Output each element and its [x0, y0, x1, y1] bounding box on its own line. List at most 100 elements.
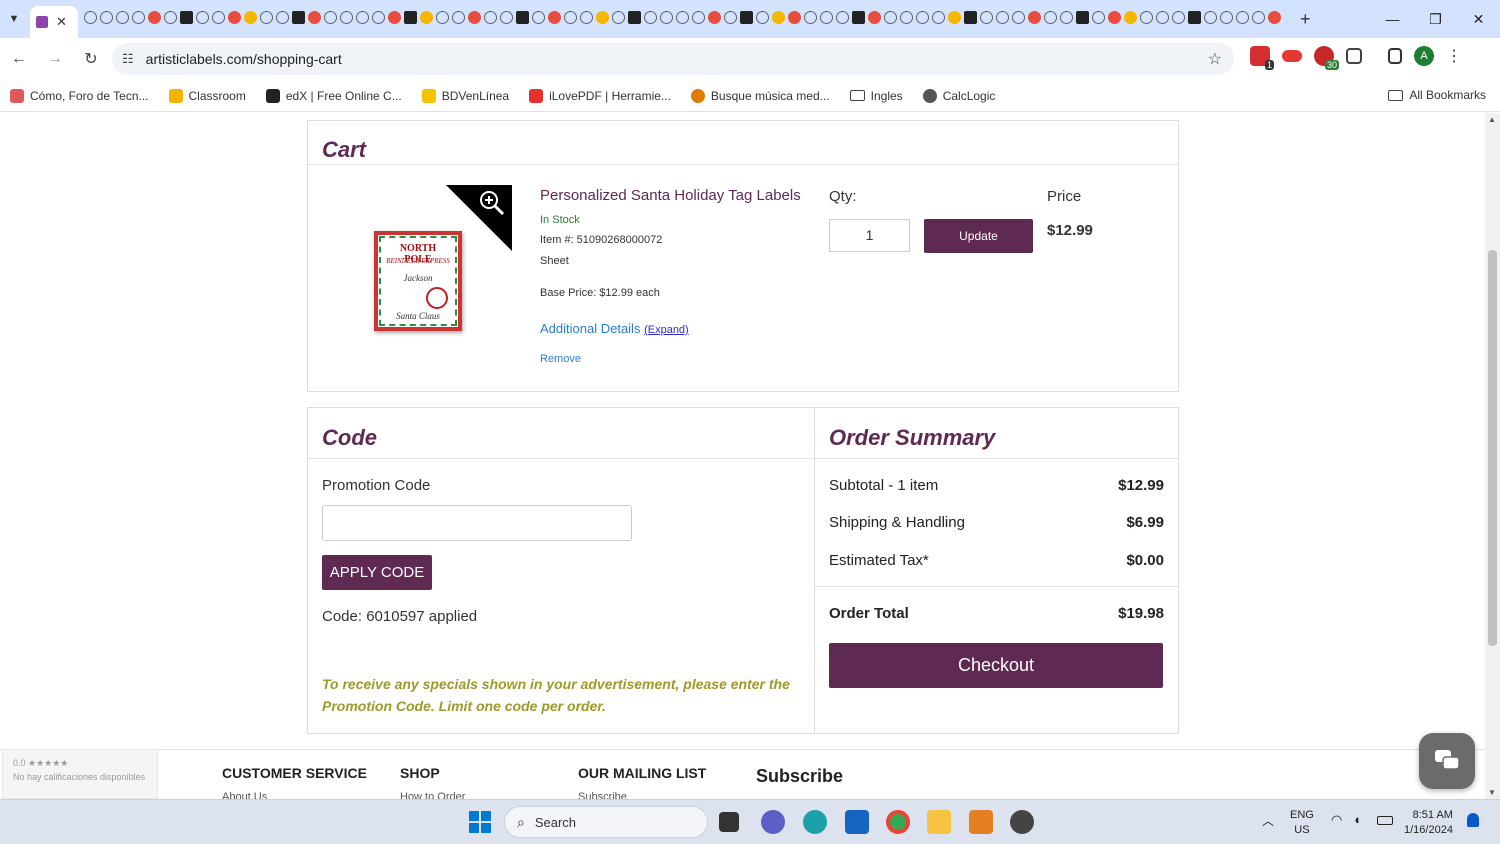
tab-icon[interactable] — [436, 11, 449, 24]
all-bookmarks-button[interactable]: All Bookmarks — [1388, 88, 1486, 102]
tab-icon[interactable] — [1124, 11, 1137, 24]
restore-icon[interactable]: ❐ — [1414, 0, 1457, 38]
tab-icon[interactable] — [404, 11, 417, 24]
tab-icon[interactable] — [516, 11, 529, 24]
tab-icon[interactable] — [324, 11, 337, 24]
tab-icon[interactable] — [1252, 11, 1265, 24]
tab-icon[interactable] — [612, 11, 625, 24]
teams-chat-icon[interactable] — [761, 810, 785, 834]
tab-icon[interactable] — [1220, 11, 1233, 24]
tab-icon[interactable] — [996, 11, 1009, 24]
wifi-icon[interactable]: ◠ — [1331, 812, 1342, 828]
adblock-extension-icon[interactable]: 1 — [1250, 46, 1274, 70]
bookmark-item[interactable]: edX | Free Online C... — [265, 88, 402, 103]
tab-icon[interactable] — [420, 11, 433, 24]
tab-icon[interactable] — [868, 11, 881, 24]
zoom-in-icon[interactable] — [478, 189, 506, 217]
tab-icon[interactable] — [692, 11, 705, 24]
tab-icon[interactable] — [340, 11, 353, 24]
product-name[interactable]: Personalized Santa Holiday Tag Labels — [540, 187, 801, 204]
tab-icon[interactable] — [1028, 11, 1041, 24]
tab-icon[interactable] — [580, 11, 593, 24]
tab-icon[interactable] — [804, 11, 817, 24]
menu-kebab-icon[interactable]: ⋮ — [1446, 46, 1462, 66]
site-info-icon[interactable]: ☷ — [122, 51, 134, 67]
tab-icon[interactable] — [132, 11, 145, 24]
clock[interactable]: 8:51 AM 1/16/2024 — [1404, 808, 1453, 838]
back-arrow-icon[interactable]: ← — [2, 42, 36, 76]
tab-icon[interactable] — [596, 11, 609, 24]
tab-icon[interactable] — [788, 11, 801, 24]
windows-start-icon[interactable] — [469, 811, 491, 833]
tab-icon[interactable] — [660, 11, 673, 24]
minimize-icon[interactable]: — — [1371, 0, 1414, 38]
profile-avatar[interactable]: A — [1414, 46, 1434, 66]
tab-icon[interactable] — [820, 11, 833, 24]
battery-icon[interactable] — [1377, 816, 1393, 825]
tab-icon[interactable] — [116, 11, 129, 24]
tab-icon[interactable] — [1060, 11, 1073, 24]
edge-icon[interactable] — [803, 810, 827, 834]
tab-icon[interactable] — [772, 11, 785, 24]
tab-icon[interactable] — [484, 11, 497, 24]
apply-code-button[interactable]: APPLY CODE — [322, 555, 432, 590]
close-window-icon[interactable]: ✕ — [1457, 0, 1500, 38]
tab-icon[interactable] — [212, 11, 225, 24]
task-view-icon[interactable] — [719, 812, 739, 832]
tab-icon[interactable] — [884, 11, 897, 24]
tab-icon[interactable] — [948, 11, 961, 24]
taskbar-search[interactable]: ⌕ Search — [504, 806, 708, 838]
tab-icon[interactable] — [548, 11, 561, 24]
tab-icon[interactable] — [1188, 11, 1201, 24]
tab-search-dropdown-button[interactable]: ▼ — [0, 5, 28, 33]
app-icon[interactable] — [969, 810, 993, 834]
tab-icon[interactable] — [244, 11, 257, 24]
tab-icon[interactable] — [500, 11, 513, 24]
qty-input[interactable]: 1 — [829, 219, 910, 252]
remove-link[interactable]: Remove — [540, 353, 581, 365]
url-text[interactable]: artisticlabels.com/shopping-cart — [146, 51, 342, 67]
pcloud-icon[interactable] — [1010, 810, 1034, 834]
notification-bell-icon[interactable] — [1467, 813, 1479, 827]
volume-icon[interactable]: ◖ — [1353, 812, 1361, 827]
tab-icon[interactable] — [196, 11, 209, 24]
rating-badge[interactable]: 0.0 ★★★★★ No hay calificaciones disponib… — [2, 749, 158, 799]
close-tab-icon[interactable]: ✕ — [56, 14, 67, 30]
tab-icon[interactable] — [1172, 11, 1185, 24]
tab-icon[interactable] — [676, 11, 689, 24]
tab-icon[interactable] — [452, 11, 465, 24]
tab-icon[interactable] — [100, 11, 113, 24]
tab-icon[interactable] — [1076, 11, 1089, 24]
update-button[interactable]: Update — [924, 219, 1033, 253]
scroll-down-arrow-icon[interactable]: ▼ — [1488, 788, 1496, 797]
tab-icon[interactable] — [148, 11, 161, 24]
counter-extension-icon[interactable]: 30 — [1314, 46, 1339, 70]
tab-icon[interactable] — [1236, 11, 1249, 24]
bookmark-item[interactable]: iLovePDF | Herramie... — [529, 88, 671, 103]
tab-icon[interactable] — [84, 11, 97, 24]
address-bar[interactable]: ☷ artisticlabels.com/shopping-cart ☆ — [112, 43, 1234, 75]
tab-icon[interactable] — [1140, 11, 1153, 24]
bookmark-item[interactable]: Classroom — [168, 88, 246, 103]
tab-icon[interactable] — [644, 11, 657, 24]
active-tab[interactable]: ✕ — [30, 6, 78, 38]
puzzle-extensions-icon[interactable] — [1346, 48, 1362, 64]
tab-icon[interactable] — [1092, 11, 1105, 24]
tab-icon[interactable] — [564, 11, 577, 24]
record-extension-icon[interactable] — [1282, 50, 1302, 62]
tab-icon[interactable] — [916, 11, 929, 24]
tab-icon[interactable] — [628, 11, 641, 24]
tab-icon[interactable] — [292, 11, 305, 24]
new-tab-button[interactable]: + — [1300, 9, 1311, 30]
footer-link[interactable]: About Us — [222, 791, 267, 799]
tab-icon[interactable] — [388, 11, 401, 24]
checkout-button[interactable]: Checkout — [829, 643, 1163, 688]
additional-details-link[interactable]: Additional Details (Expand) — [540, 321, 689, 336]
promo-code-input[interactable] — [322, 505, 632, 541]
footer-link[interactable]: How to Order — [400, 791, 465, 799]
tab-icon[interactable] — [1268, 11, 1281, 24]
tab-icon[interactable] — [276, 11, 289, 24]
tab-icon[interactable] — [308, 11, 321, 24]
tab-icon[interactable] — [852, 11, 865, 24]
tab-icon[interactable] — [1204, 11, 1217, 24]
